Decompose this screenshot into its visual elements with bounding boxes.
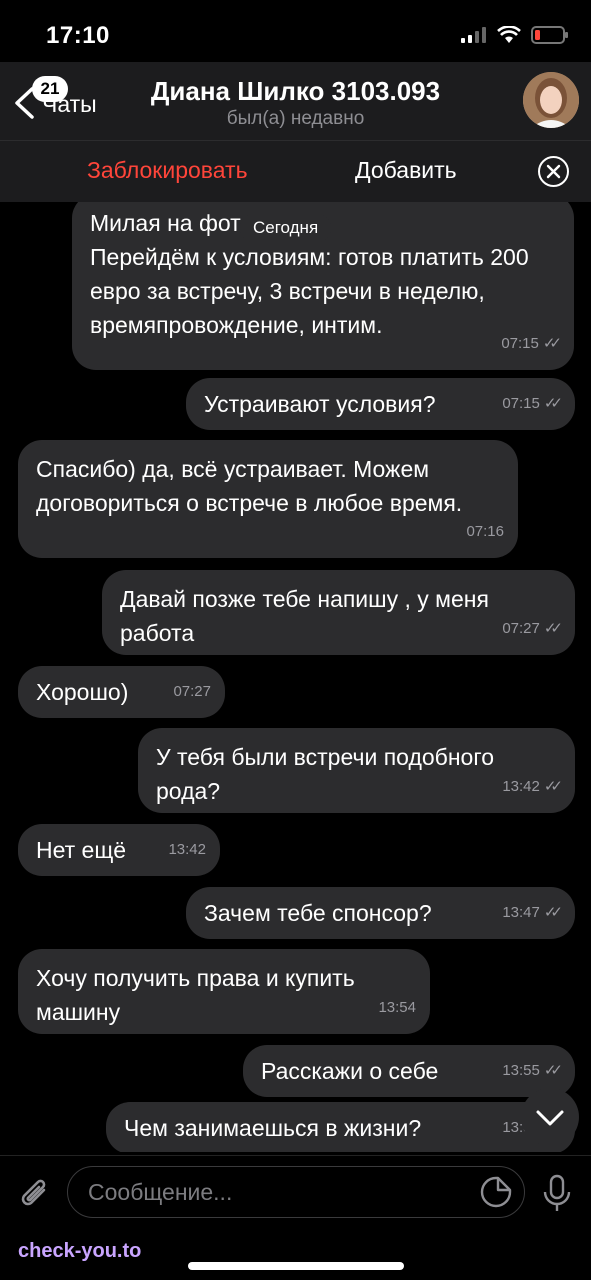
message-time: 07:15 [501,335,539,352]
message-incoming[interactable]: Нет ещё 13:42 [18,824,220,876]
watermark: check-you.to [18,1240,142,1262]
message-time: 07:15 [502,395,540,412]
message-text: У тебя были встречи подобного рода? [156,744,495,804]
date-separator: Сегодня [240,214,332,242]
block-button[interactable]: Заблокировать [87,157,248,184]
message-time: 13:55 [502,1062,540,1079]
paperclip-icon[interactable] [18,1176,52,1212]
read-checks-icon: ✓✓ [542,335,562,352]
chat-header: 21 Чаты Диана Шилко 3103.093 был(а) неда… [0,62,591,140]
message-incoming[interactable]: Хорошо) 07:27 [18,666,225,718]
message-input[interactable] [67,1166,525,1218]
scroll-down-button[interactable] [521,1088,579,1146]
message-time: 13:42 [502,778,540,795]
message-meta: 07:27 ✓✓ [502,612,563,646]
message-meta: 13:55 ✓✓ [502,1054,563,1088]
sticker-icon[interactable] [480,1176,512,1208]
message-incoming[interactable]: Спасибо) да, всё устраивает. Можем догов… [18,440,518,558]
message-meta: 07:27 [173,675,211,709]
status-time: 17:10 [46,22,110,49]
message-incoming[interactable]: Хочу получить права и купить машину 13:5… [18,949,430,1034]
message-time: 13:47 [502,904,540,921]
avatar-image [523,72,579,128]
message-outgoing[interactable]: У тебя были встречи подобного рода? 13:4… [138,728,575,813]
read-checks-icon: ✓✓ [543,620,563,637]
action-bar: Заблокировать Добавить [0,140,591,202]
message-time: 07:27 [502,620,540,637]
message-text: Хочу получить права и купить машину [36,965,355,1025]
message-text: Чем занимаешься в жизни? [124,1115,422,1141]
message-time: 13:54 [378,999,416,1016]
read-checks-icon: ✓✓ [543,778,563,795]
message-meta: 13:42 [168,833,206,867]
microphone-icon[interactable] [540,1174,574,1214]
message-outgoing[interactable]: Чем занимаешься в жизни? 13:55 ✓✓ [106,1102,575,1152]
read-checks-icon: ✓✓ [543,395,563,412]
message-time: 07:16 [466,523,504,540]
close-icon [546,164,561,179]
message-text: Спасибо) да, всё устраивает. Можем догов… [36,456,463,516]
chat-title[interactable]: Диана Шилко 3103.093 [0,76,591,107]
signal-icon [461,27,486,43]
message-text: Давай позже тебе напишу , у меня работа [120,586,489,646]
read-checks-icon: ✓✓ [543,904,563,921]
message-meta: 07:16 [466,515,504,549]
message-time: 07:27 [173,683,211,700]
message-meta: 07:15 ✓✓ [502,387,563,421]
message-meta: 13:54 [378,991,416,1025]
read-checks-icon: ✓✓ [543,1062,563,1079]
message-time: 13:42 [168,841,206,858]
message-outgoing[interactable]: Давай позже тебе напишу , у меня работа … [102,570,575,655]
battery-icon [531,26,568,44]
home-indicator [188,1262,404,1270]
message-meta: 13:42 ✓✓ [502,770,563,804]
wifi-icon [497,26,521,43]
message-meta: 07:15 ✓✓ [501,327,562,361]
add-contact-button[interactable]: Добавить [355,157,457,184]
message-list[interactable]: Сегодня Милая на фото) Перейдём к услови… [0,202,591,1152]
status-bar: 17:10 [0,0,591,70]
message-outgoing[interactable]: Зачем тебе спонсор? 13:47 ✓✓ [186,887,575,939]
chevron-down-icon [536,1110,564,1126]
message-meta: 13:47 ✓✓ [502,896,563,930]
status-icons [461,26,569,44]
chat-subtitle: был(а) недавно [226,108,365,129]
close-action-bar-button[interactable] [538,156,569,187]
message-outgoing[interactable]: Устраивают условия? 07:15 ✓✓ [186,378,575,430]
avatar[interactable] [523,72,579,128]
